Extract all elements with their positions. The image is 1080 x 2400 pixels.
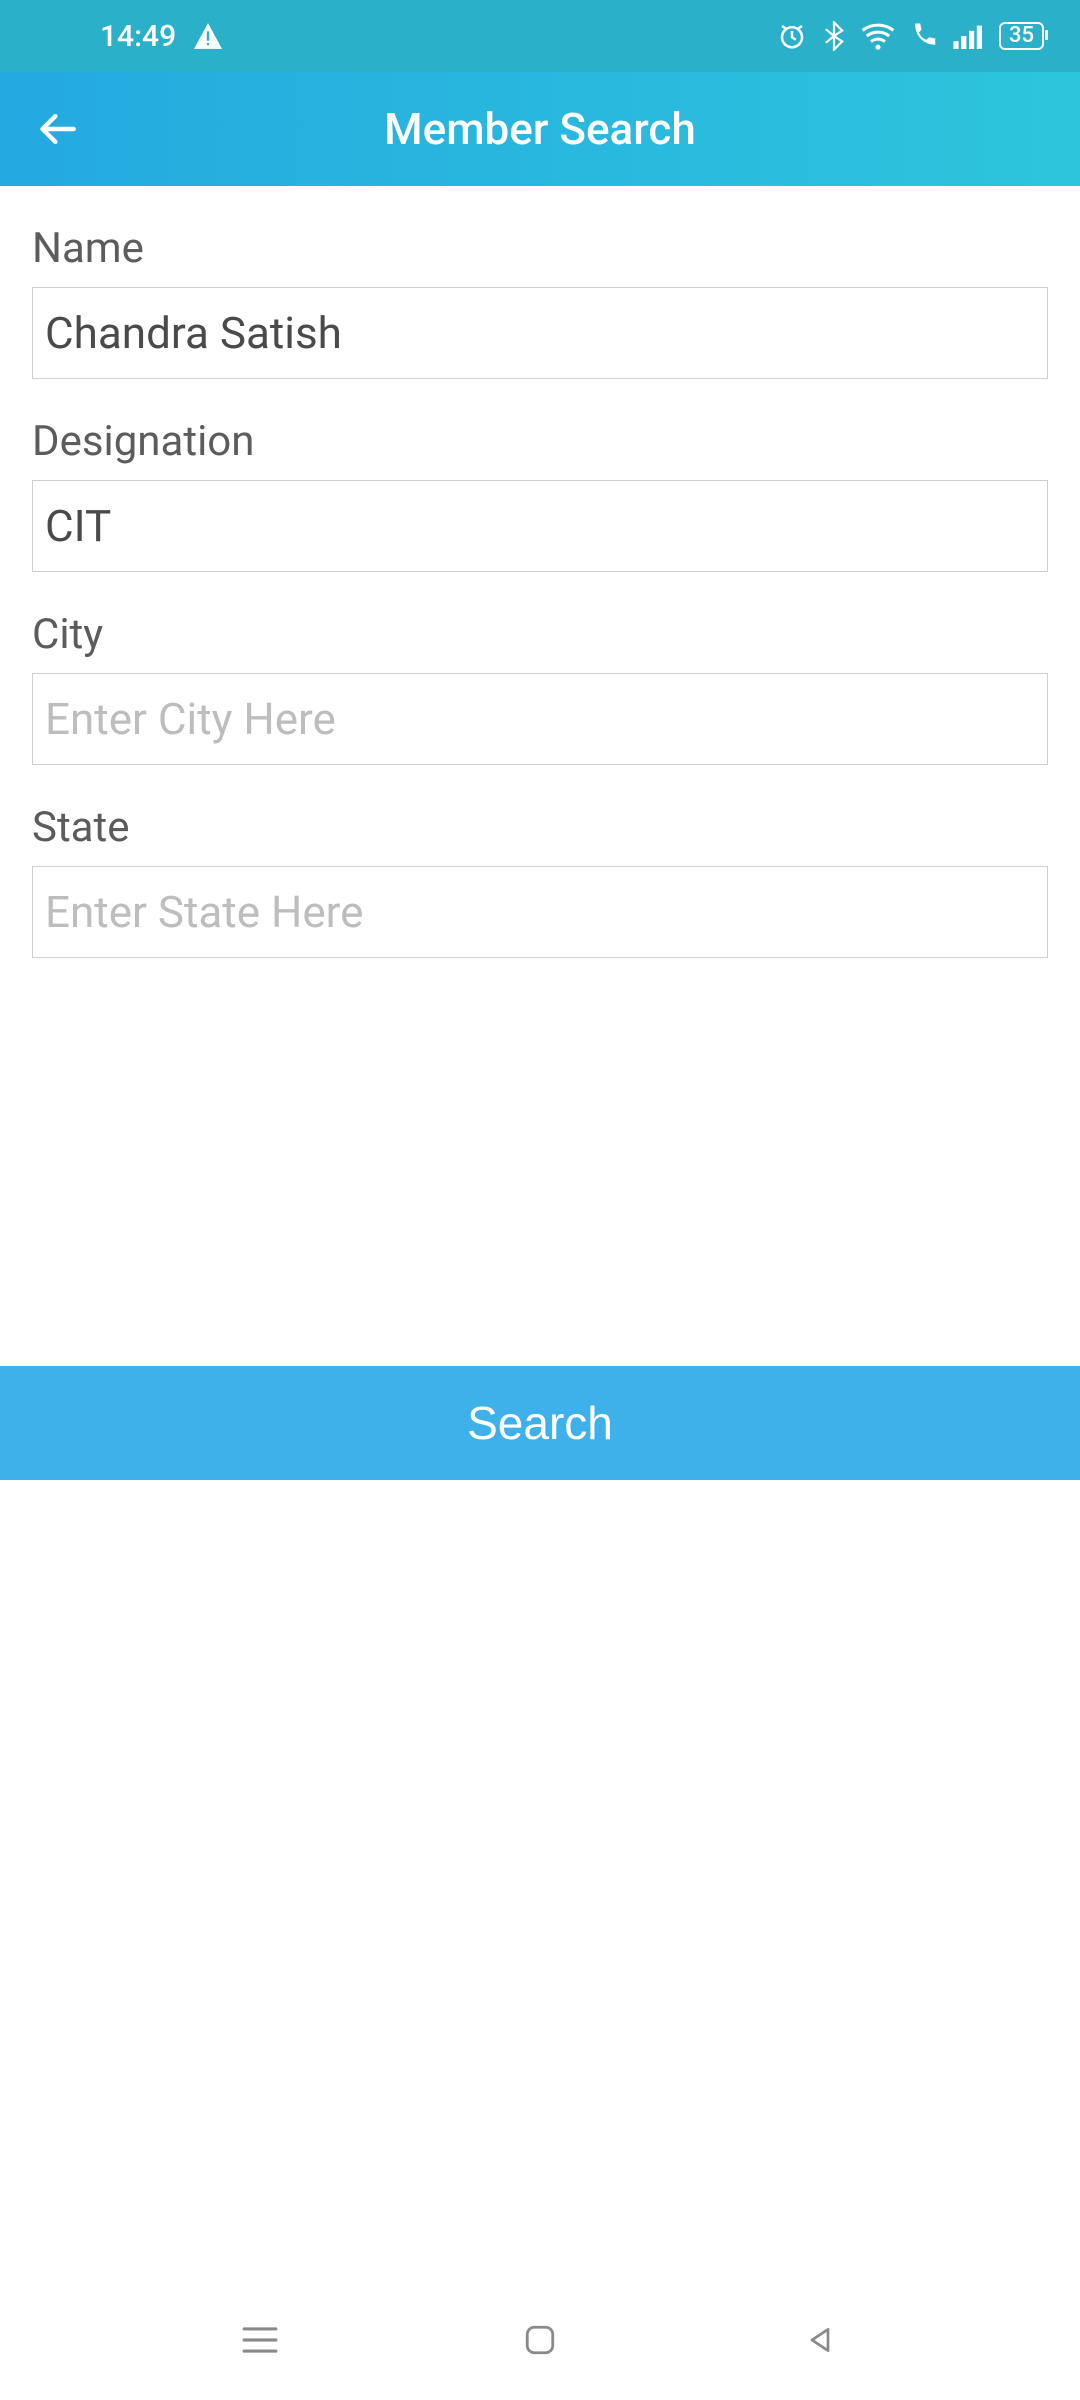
nav-recent-button[interactable]	[230, 2310, 290, 2370]
nav-back-button[interactable]	[790, 2310, 850, 2370]
state-input[interactable]	[32, 866, 1048, 958]
city-field: City	[32, 610, 1048, 765]
bluetooth-icon	[821, 21, 847, 51]
square-icon	[523, 2323, 557, 2357]
status-bar: 14:49 35	[0, 0, 1080, 72]
back-button[interactable]	[24, 94, 94, 164]
nav-home-button[interactable]	[510, 2310, 570, 2370]
city-input[interactable]	[32, 673, 1048, 765]
battery-icon: 35	[999, 22, 1044, 50]
state-field: State	[32, 803, 1048, 958]
arrow-left-icon	[37, 107, 81, 151]
designation-input[interactable]	[32, 480, 1048, 572]
menu-icon	[241, 2325, 279, 2355]
city-label: City	[32, 610, 1048, 659]
phone-wifi-icon	[909, 21, 939, 51]
system-nav-bar	[0, 2280, 1080, 2400]
designation-label: Designation	[32, 417, 1048, 466]
status-time: 14:49	[100, 19, 176, 54]
app-bar: Member Search	[0, 72, 1080, 186]
page-title: Member Search	[0, 103, 1080, 155]
wifi-icon	[861, 22, 895, 50]
warning-icon	[194, 23, 222, 49]
status-left: 14:49	[100, 19, 222, 54]
triangle-left-icon	[804, 2324, 836, 2356]
name-field: Name	[32, 224, 1048, 379]
state-label: State	[32, 803, 1048, 852]
status-right: 35	[777, 21, 1044, 51]
search-form: Name Designation City State	[0, 186, 1080, 958]
alarm-icon	[777, 21, 807, 51]
signal-icon	[953, 23, 985, 49]
designation-field: Designation	[32, 417, 1048, 572]
name-label: Name	[32, 224, 1048, 273]
name-input[interactable]	[32, 287, 1048, 379]
search-button[interactable]: Search	[0, 1366, 1080, 1480]
